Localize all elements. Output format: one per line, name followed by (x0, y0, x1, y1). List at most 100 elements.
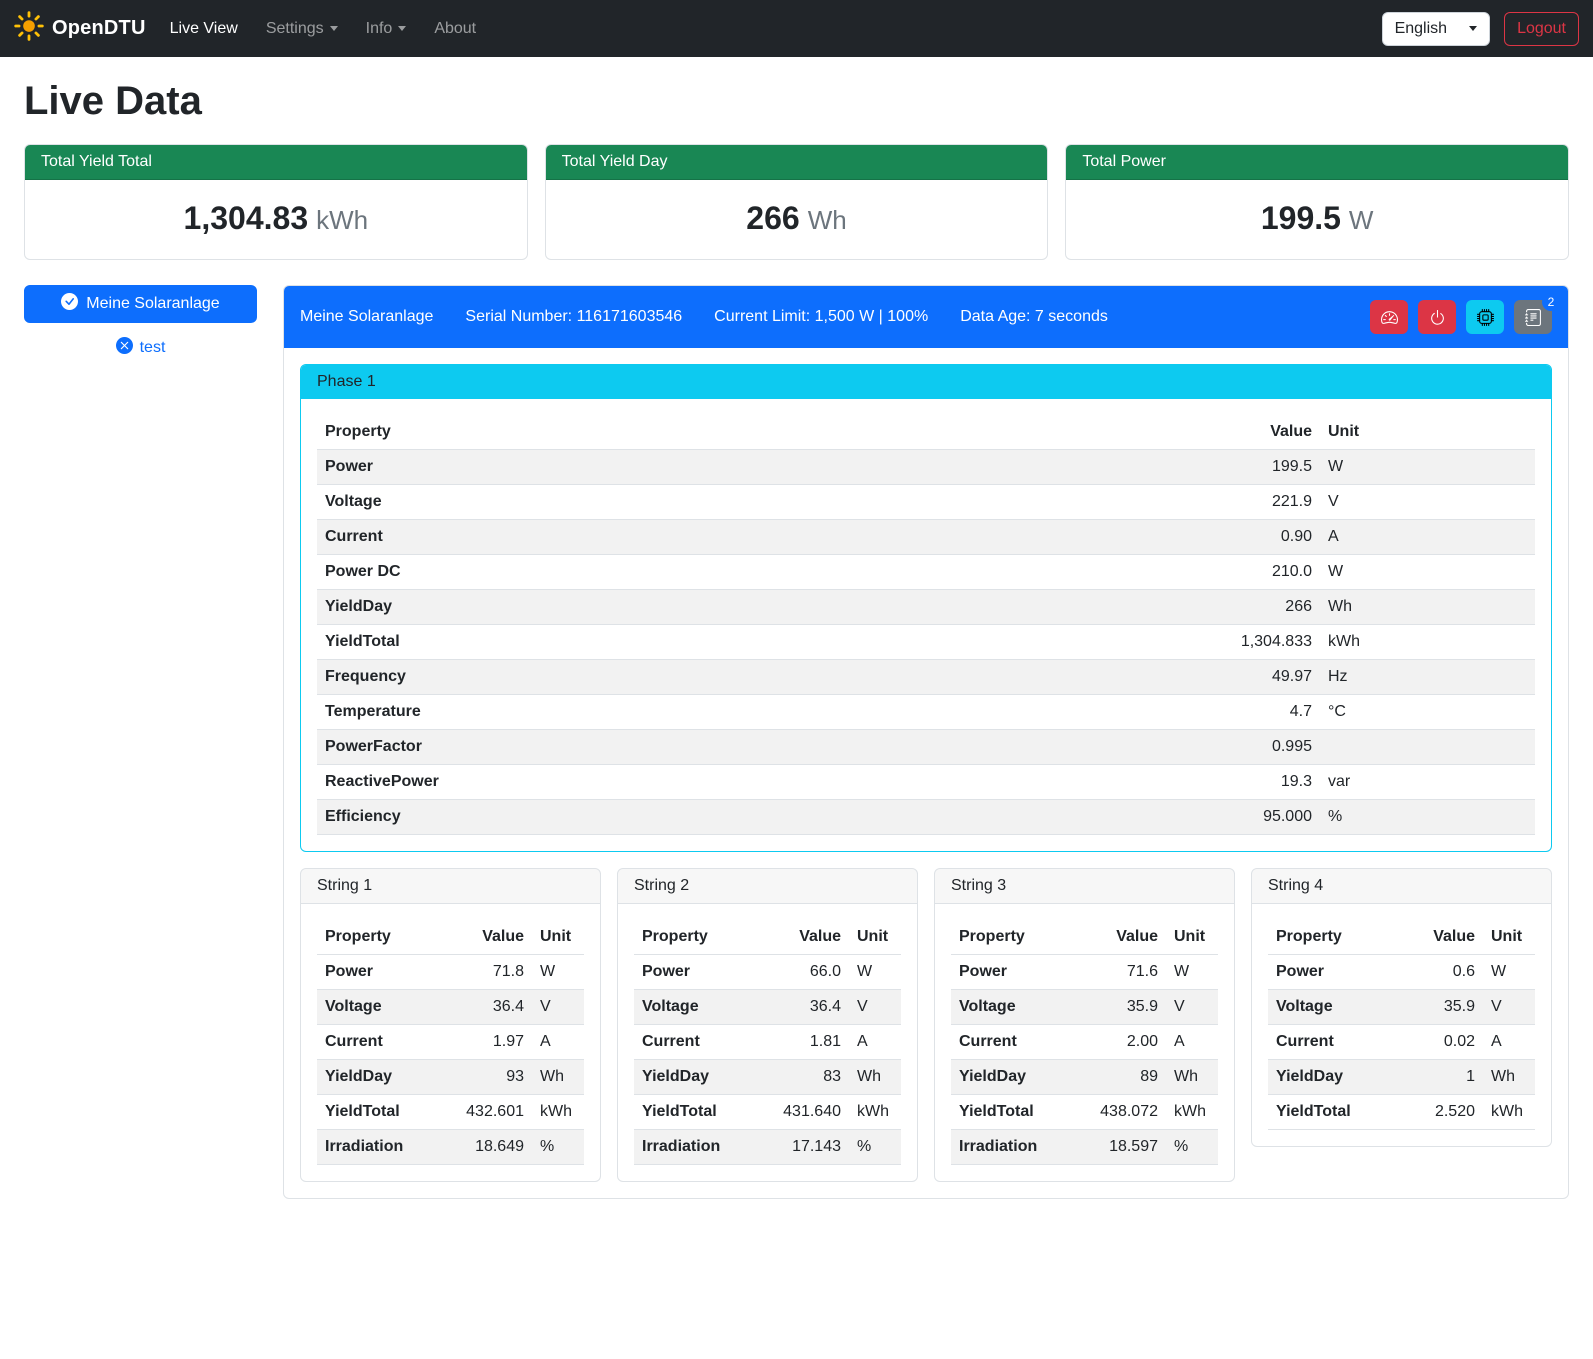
property-cell: Irradiation (951, 1130, 1082, 1165)
table-row: YieldDay1Wh (1268, 1060, 1535, 1095)
table-row: Irradiation17.143% (634, 1130, 901, 1165)
nav-live-view[interactable]: Live View (156, 12, 252, 46)
sidebar-item-meine-solaranlage[interactable]: Meine Solaranlage (24, 285, 257, 323)
value-cell: 89 (1082, 1060, 1166, 1095)
inverter-body: Phase 1 Property Value Unit P (284, 348, 1568, 1198)
nav-settings[interactable]: Settings (252, 12, 352, 46)
string-title: String 1 (301, 869, 600, 904)
brand-label: OpenDTU (52, 17, 146, 40)
string-4-card: String 4 Property Value Unit (1251, 868, 1552, 1147)
col-unit: Unit (849, 920, 901, 955)
inverter-serial: Serial Number: 116171603546 (465, 308, 682, 326)
unit-cell: kWh (1166, 1095, 1218, 1130)
sidebar-item-test[interactable]: test (24, 337, 257, 359)
col-property: Property (317, 415, 1150, 450)
unit-cell (1320, 730, 1535, 765)
card-body: 1,304.83kWh (25, 180, 527, 259)
col-property: Property (634, 920, 765, 955)
unit-cell: Wh (1166, 1060, 1218, 1095)
value-cell: 71.6 (1082, 955, 1166, 990)
unit-cell: V (1483, 990, 1535, 1025)
col-value: Value (1150, 415, 1320, 450)
speedometer-icon (1381, 309, 1398, 326)
col-property: Property (317, 920, 448, 955)
table-row: Voltage36.4V (317, 990, 584, 1025)
col-unit: Unit (1166, 920, 1218, 955)
navbar: OpenDTU Live View Settings Info About En… (0, 0, 1593, 57)
unit-cell: kWh (1320, 625, 1535, 660)
card-title: Total Yield Total (25, 145, 527, 180)
value-cell: 438.072 (1082, 1095, 1166, 1130)
value-cell: 0.6 (1399, 955, 1483, 990)
value-cell: 19.3 (1150, 765, 1320, 800)
property-cell: Power (1268, 955, 1399, 990)
unit-cell: V (849, 990, 901, 1025)
table-row: Efficiency95.000% (317, 800, 1535, 835)
caret-down-icon (330, 26, 338, 31)
card-value: 266 (746, 200, 799, 236)
unit-cell: Hz (1320, 660, 1535, 695)
nav-info[interactable]: Info (352, 12, 421, 46)
string-3-card: String 3 Property Value Unit (934, 868, 1235, 1182)
table-row: Voltage36.4V (634, 990, 901, 1025)
table-row: Irradiation18.649% (317, 1130, 584, 1165)
table-row: Power DC210.0W (317, 555, 1535, 590)
inverter-current-limit: Current Limit: 1,500 W | 100% (714, 308, 928, 326)
property-cell: Current (951, 1025, 1082, 1060)
caret-down-icon (398, 26, 406, 31)
table-row: Irradiation18.597% (951, 1130, 1218, 1165)
card-title: Total Power (1066, 145, 1568, 180)
event-count-badge: 2 (1542, 293, 1560, 311)
property-cell: YieldTotal (317, 1095, 448, 1130)
card-unit: kWh (316, 205, 368, 235)
property-cell: YieldDay (317, 590, 1150, 625)
nav-about[interactable]: About (420, 12, 490, 46)
unit-cell: °C (1320, 695, 1535, 730)
value-cell: 35.9 (1082, 990, 1166, 1025)
value-cell: 1,304.833 (1150, 625, 1320, 660)
inverter-sidebar: Meine Solaranlage test (24, 285, 257, 359)
unit-cell: % (532, 1130, 584, 1165)
table-row: Current1.97A (317, 1025, 584, 1060)
table-header-row: Property Value Unit (634, 920, 901, 955)
table-row: YieldTotal2.520kWh (1268, 1095, 1535, 1130)
string-title: String 2 (618, 869, 917, 904)
device-info-button[interactable] (1466, 300, 1504, 334)
table-row: YieldDay93Wh (317, 1060, 584, 1095)
col-property: Property (951, 920, 1082, 955)
main-row: Meine Solaranlage test Meine Solaranlage… (24, 285, 1569, 1199)
value-cell: 2.520 (1399, 1095, 1483, 1130)
col-unit: Unit (532, 920, 584, 955)
string-1-card: String 1 Property Value Unit (300, 868, 601, 1182)
total-power-card: Total Power 199.5W (1065, 144, 1569, 260)
property-cell: Power (951, 955, 1082, 990)
table-row: Temperature4.7°C (317, 695, 1535, 730)
col-value: Value (765, 920, 849, 955)
limit-settings-button[interactable] (1370, 300, 1408, 334)
property-cell: YieldDay (951, 1060, 1082, 1095)
property-cell: Voltage (317, 990, 448, 1025)
value-cell: 431.640 (765, 1095, 849, 1130)
unit-cell: A (1166, 1025, 1218, 1060)
card-unit: Wh (808, 205, 847, 235)
card-title: Total Yield Day (546, 145, 1048, 180)
brand[interactable]: OpenDTU (14, 11, 146, 46)
language-select[interactable]: English (1382, 12, 1490, 46)
table-row: Power66.0W (634, 955, 901, 990)
card-unit: W (1349, 205, 1374, 235)
value-cell: 199.5 (1150, 450, 1320, 485)
strings-row: String 1 Property Value Unit (300, 868, 1552, 1182)
table-row: Voltage221.9V (317, 485, 1535, 520)
logout-button[interactable]: Logout (1504, 12, 1579, 46)
property-cell: YieldDay (634, 1060, 765, 1095)
total-yield-total-card: Total Yield Total 1,304.83kWh (24, 144, 528, 260)
string-body: Property Value Unit Power71.8WVoltage36.… (301, 904, 600, 1181)
phase-body: Property Value Unit Power199.5WVoltage22… (301, 399, 1551, 851)
power-button[interactable] (1418, 300, 1456, 334)
card-value: 1,304.83 (184, 200, 309, 236)
property-cell: Voltage (634, 990, 765, 1025)
string-title: String 4 (1252, 869, 1551, 904)
event-log-button[interactable]: 2 (1514, 300, 1552, 334)
property-cell: YieldDay (1268, 1060, 1399, 1095)
cpu-icon (1477, 309, 1494, 326)
